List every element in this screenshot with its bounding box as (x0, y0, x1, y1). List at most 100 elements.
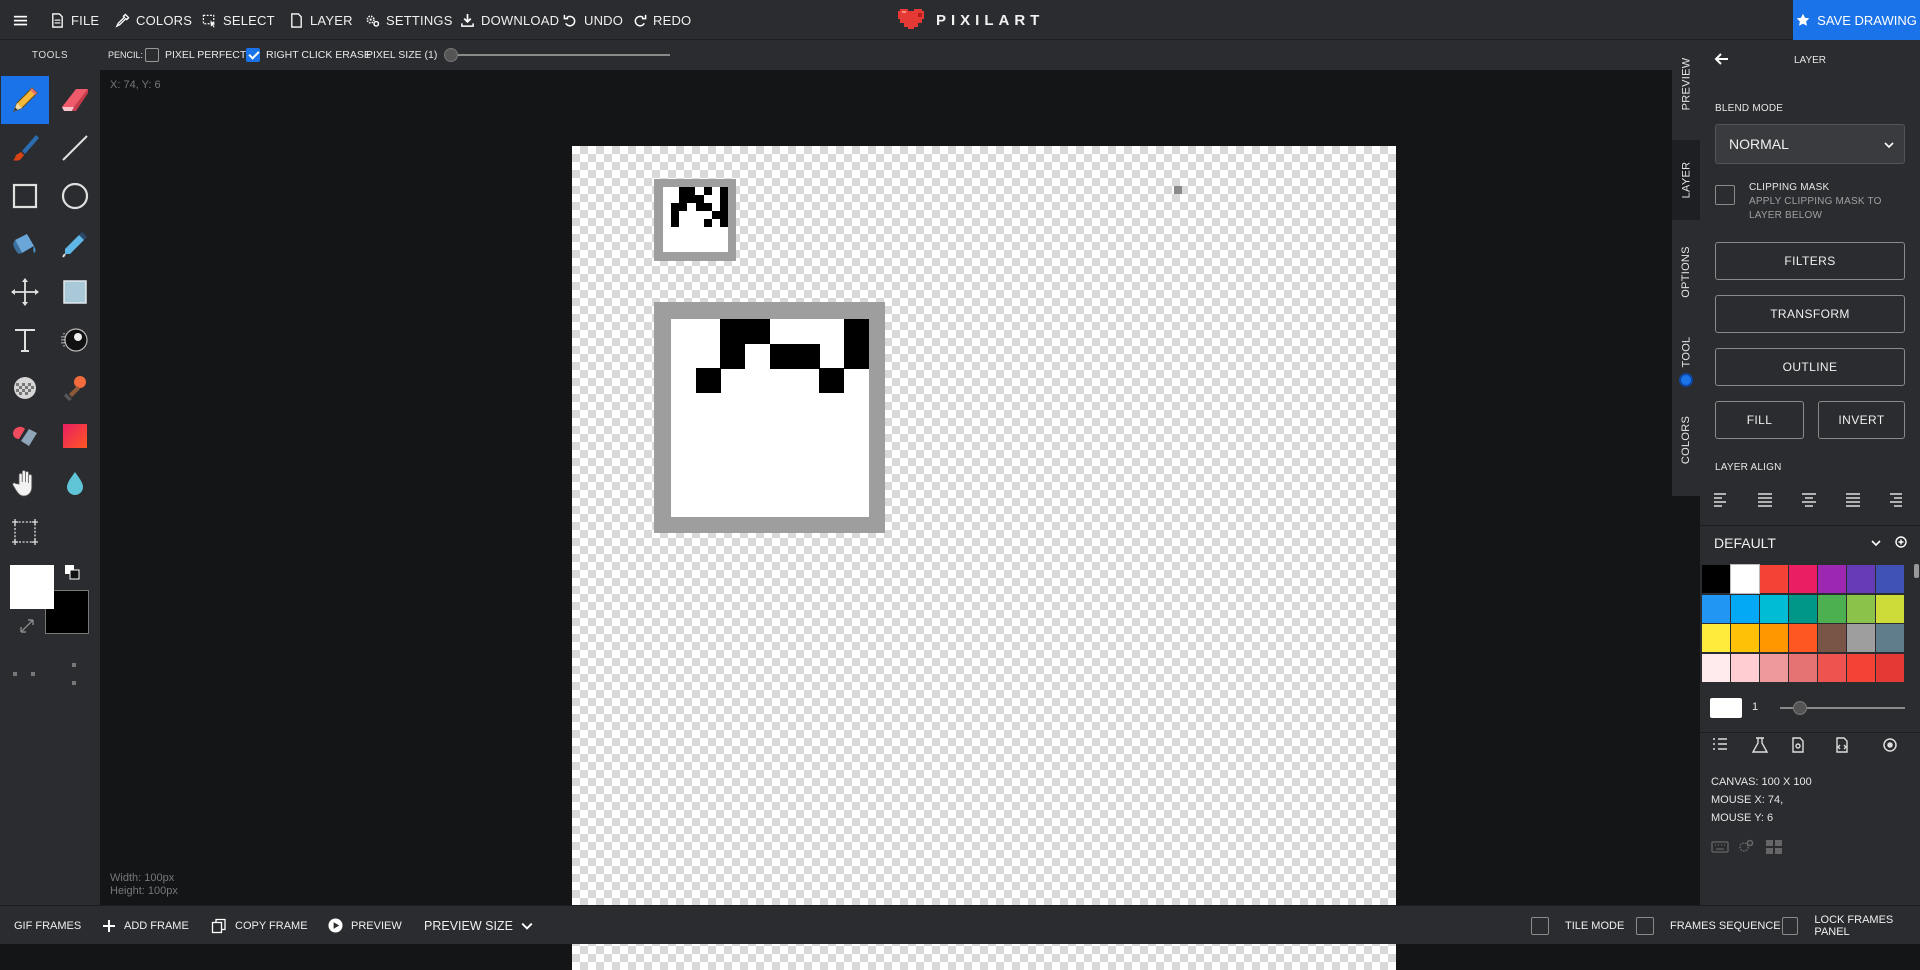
palette-swatch[interactable] (1731, 594, 1759, 623)
palette-swatch[interactable] (1731, 653, 1759, 682)
frames-sequence-option[interactable]: FRAMES SEQUENCE (1636, 906, 1781, 945)
clipping-mask-checkbox[interactable] (1715, 185, 1735, 205)
pixel-size-slider-thumb[interactable] (444, 48, 458, 62)
select-menu-button[interactable]: SELECT (202, 0, 275, 40)
text-tool[interactable] (1, 316, 49, 364)
preview-size-dropdown[interactable]: PREVIEW SIZE (424, 906, 533, 945)
palette-swatch[interactable] (1760, 594, 1788, 623)
palette-swatch[interactable] (1702, 653, 1730, 682)
current-color-preview[interactable] (1710, 698, 1742, 718)
drawing-workspace[interactable]: X: 74, Y: 6 Width: 100px Height: 100px (100, 70, 1672, 970)
palette-swatch[interactable] (1730, 564, 1760, 594)
download-menu-button[interactable]: DOWNLOAD (460, 0, 559, 40)
palette-swatch[interactable] (1818, 565, 1846, 593)
fill-button[interactable]: FILL (1715, 401, 1804, 439)
tile-mode-checkbox[interactable] (1531, 916, 1549, 935)
palette-swatch[interactable] (1818, 653, 1846, 682)
palette-swatch[interactable] (1876, 565, 1904, 593)
brush-tool[interactable] (1, 124, 49, 172)
copy-frame-button[interactable]: COPY FRAME (211, 906, 308, 945)
tab-preview[interactable]: PREVIEW (1672, 44, 1700, 124)
color-picker-tool[interactable] (51, 220, 99, 268)
reset-colors-button[interactable] (18, 617, 36, 635)
pattern-tool[interactable] (1, 364, 49, 412)
layer-menu-button[interactable]: LAYER (289, 0, 353, 40)
align-buttons-row[interactable] (1712, 492, 1912, 508)
settings-menu-button[interactable]: SETTINGS (365, 0, 453, 40)
palette-swatch[interactable] (1876, 653, 1904, 682)
palette-swatch[interactable] (1731, 624, 1759, 652)
outline-button[interactable]: OUTLINE (1715, 348, 1905, 386)
gif-frames-label[interactable]: GIF FRAMES (14, 906, 81, 945)
palette-swatch[interactable] (1789, 565, 1817, 593)
palette-swatch[interactable] (1789, 653, 1817, 682)
palette-swatch[interactable] (1847, 653, 1875, 682)
brush-size-slider-thumb[interactable] (1793, 701, 1807, 715)
tab-layer[interactable]: LAYER (1672, 140, 1700, 220)
palette-scrollbar[interactable] (1914, 564, 1919, 578)
hamburger-menu-button[interactable] (13, 0, 28, 40)
palette-swatch[interactable] (1760, 624, 1788, 652)
transform-button[interactable]: TRANSFORM (1715, 295, 1905, 333)
lock-frames-checkbox[interactable] (1782, 916, 1799, 935)
palette-swatch[interactable] (1876, 594, 1904, 623)
pan-tool[interactable] (1, 460, 49, 508)
invert-button[interactable]: INVERT (1818, 401, 1905, 439)
colors-menu-button[interactable]: COLORS (115, 0, 192, 40)
pixel-perfect-checkbox[interactable] (145, 48, 159, 62)
blend-mode-select[interactable]: NORMAL (1715, 124, 1905, 164)
palette-swatch[interactable] (1789, 624, 1817, 652)
palette-swatch[interactable] (1760, 565, 1788, 593)
fill-bucket-tool[interactable] (1, 220, 49, 268)
stamp-tool[interactable] (51, 364, 99, 412)
palette-swatch[interactable] (1702, 624, 1730, 652)
eraser-tool[interactable] (51, 76, 99, 124)
selection-tool[interactable] (51, 268, 99, 316)
add-frame-button[interactable]: ADD FRAME (102, 906, 189, 945)
palette-chevron-down-icon[interactable] (1871, 538, 1881, 548)
pixilart-logo[interactable]: PIXILART (898, 8, 1044, 32)
right-click-erase-option[interactable]: RIGHT CLICK ERASE (246, 40, 371, 70)
right-click-erase-checkbox[interactable] (246, 48, 260, 62)
rectangle-tool[interactable] (1, 172, 49, 220)
palette-swatch[interactable] (1876, 624, 1904, 652)
shade-tool[interactable] (1, 412, 49, 460)
pixel-perfect-option[interactable]: PIXEL PERFECT (145, 40, 246, 70)
palette-swatch[interactable] (1847, 594, 1875, 623)
pencil-tool[interactable] (1, 76, 49, 124)
pixel-canvas[interactable] (572, 146, 1396, 970)
file-menu-button[interactable]: FILE (50, 0, 99, 40)
palette-swatch[interactable] (1847, 565, 1875, 593)
palette-swatch[interactable] (1818, 624, 1846, 652)
tab-options[interactable]: OPTIONS (1672, 232, 1700, 312)
panel-footer-icons[interactable] (1710, 838, 1790, 856)
add-palette-icon[interactable] (1895, 536, 1907, 548)
frames-sequence-checkbox[interactable] (1636, 916, 1654, 935)
preview-button[interactable]: PREVIEW (328, 906, 402, 945)
crop-tool[interactable] (1, 508, 49, 556)
tile-mode-option[interactable]: TILE MODE (1531, 906, 1624, 945)
save-drawing-button[interactable]: SAVE DRAWING (1793, 0, 1920, 40)
pixel-size-slider-track[interactable] (446, 54, 670, 56)
palette-swatch[interactable] (1702, 565, 1730, 593)
move-tool[interactable] (1, 268, 49, 316)
palette-swatch[interactable] (1818, 594, 1846, 623)
ellipse-tool[interactable] (51, 172, 99, 220)
lock-frames-option[interactable]: LOCK FRAMES PANEL (1782, 906, 1920, 945)
palette-name[interactable]: DEFAULT (1714, 535, 1776, 551)
palette-swatch[interactable] (1760, 653, 1788, 682)
undo-button[interactable]: UNDO (563, 0, 623, 40)
swap-colors-button[interactable] (64, 564, 80, 580)
line-tool[interactable] (51, 124, 99, 172)
palette-swatch[interactable] (1847, 624, 1875, 652)
dither-tool[interactable] (51, 316, 99, 364)
brush-shape-options[interactable] (10, 660, 90, 700)
gradient-tool[interactable] (51, 412, 99, 460)
filters-button[interactable]: FILTERS (1715, 242, 1905, 280)
panel-utility-icons[interactable] (1710, 736, 1910, 754)
tab-colors[interactable]: COLORS (1672, 400, 1700, 480)
redo-button[interactable]: REDO (632, 0, 691, 40)
palette-swatch[interactable] (1702, 594, 1730, 623)
primary-color-swatch[interactable] (10, 565, 54, 609)
blur-tool[interactable] (51, 460, 99, 508)
